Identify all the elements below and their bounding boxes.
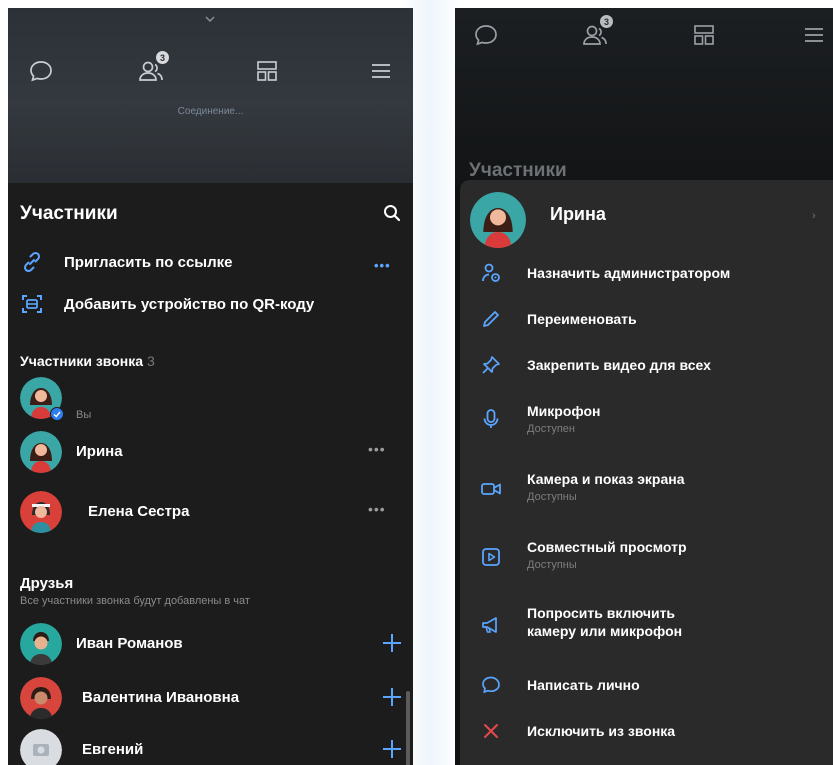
chat-icon[interactable] [26, 56, 56, 86]
menu-item-label: Исключить из звонка [527, 723, 676, 739]
participants-screen: 3 Соединение... Участники Пригласить по … [8, 8, 413, 765]
chevron-right-icon[interactable]: › [812, 210, 816, 222]
add-device-qr-button[interactable]: Добавить устройство по QR-коду [20, 291, 314, 317]
participant-name: Ирина [550, 204, 606, 224]
call-participants-count: 3 [147, 353, 155, 369]
avatar [20, 491, 62, 533]
call-member-row[interactable]: Ирина ••• [20, 431, 400, 475]
friends-title: Друзья [20, 575, 74, 592]
menu-item-label-line2: камеру или микрофон [527, 623, 683, 639]
friends-subtitle: Все участники звонка будут добавлены в ч… [20, 595, 250, 607]
microphone-icon [483, 409, 499, 428]
video-area: 3 Участники [455, 8, 833, 186]
layout-icon[interactable] [689, 20, 719, 50]
avatar [20, 677, 62, 719]
friend-name: Евгений [82, 741, 144, 758]
menu-item-watch-together[interactable]: Совместный просмотр Доступны [470, 534, 825, 578]
search-icon[interactable] [382, 203, 402, 223]
avatar [20, 431, 62, 473]
pencil-icon [483, 311, 499, 327]
scrollbar[interactable] [406, 691, 410, 765]
menu-item-label: Написать лично [527, 677, 640, 693]
add-friend-plus-icon[interactable] [380, 685, 404, 709]
menu-item-label: Переименовать [527, 311, 637, 327]
menu-item-status: Доступны [527, 559, 577, 571]
sheet-title: Участники [20, 203, 118, 224]
participant-menu-screen: 3 Участники Ирина › Назначить администра… [455, 8, 833, 765]
friend-name: Валентина Ивановна [82, 689, 240, 706]
participants-sheet: Участники Пригласить по ссылке ••• Добав… [8, 183, 413, 765]
link-icon [23, 251, 41, 273]
menu-item-rename[interactable]: Переименовать [470, 306, 825, 332]
add-friend-plus-icon[interactable] [380, 737, 404, 761]
sheet-title: Участники [469, 160, 567, 181]
menu-item-label: Микрофон [527, 403, 601, 419]
menu-item-status: Доступен [527, 423, 576, 435]
friend-name: Иван Романов [76, 635, 183, 652]
friend-row[interactable]: Иван Романов [20, 623, 401, 667]
self-label: Вы [76, 409, 92, 421]
camera-icon [481, 483, 501, 495]
member-name: Елена Сестра [88, 503, 190, 520]
admin-icon [482, 263, 500, 282]
call-participants-title: Участники звонка 3 [20, 353, 155, 369]
participants-count-badge: 3 [600, 15, 613, 28]
menu-item-label: Совместный просмотр [527, 539, 687, 555]
menu-icon[interactable] [366, 56, 396, 86]
menu-icon[interactable] [799, 20, 829, 50]
watch-together-icon [482, 548, 500, 566]
friend-row[interactable]: Валентина Ивановна [20, 677, 401, 721]
menu-item-label: Попросить включить [527, 605, 676, 621]
menu-item-pin-video[interactable]: Закрепить видео для всех [470, 352, 825, 378]
menu-item-request-camera-mic[interactable]: Попросить включить камеру или микрофон [470, 602, 825, 646]
member-more-button[interactable]: ••• [368, 501, 386, 517]
collapse-handle-icon[interactable] [205, 16, 215, 22]
participant-context-menu: Ирина › Назначить администратором Переим… [460, 180, 833, 765]
menu-item-remove-from-call[interactable]: Исключить из звонка [470, 718, 825, 744]
pin-icon [482, 356, 500, 374]
invite-link-label: Пригласить по ссылке [64, 253, 233, 271]
invite-link-button[interactable]: Пригласить по ссылке [20, 249, 232, 275]
qr-scan-icon [22, 295, 42, 313]
menu-item-write-privately[interactable]: Написать лично [470, 672, 825, 698]
friend-row[interactable]: Евгений [20, 729, 401, 765]
member-more-button[interactable]: ••• [368, 441, 386, 457]
message-icon [482, 676, 500, 694]
menu-item-camera-screen[interactable]: Камера и показ экрана Доступны [470, 466, 825, 510]
avatar [20, 623, 62, 665]
menu-item-microphone[interactable]: Микрофон Доступен [470, 398, 825, 442]
connection-status: Соединение... [177, 106, 244, 117]
avatar [20, 729, 62, 765]
call-member-row[interactable]: Елена Сестра ••• [20, 491, 400, 535]
menu-item-status: Доступны [527, 491, 577, 503]
layout-icon[interactable] [252, 56, 282, 86]
camera-switch-icon [50, 407, 64, 421]
member-name: Ирина [76, 443, 123, 460]
add-device-qr-label: Добавить устройство по QR-коду [64, 295, 315, 313]
participants-count-badge: 3 [156, 51, 169, 64]
invite-more-button[interactable]: ••• [374, 258, 391, 273]
avatar [470, 192, 526, 248]
menu-item-label: Закрепить видео для всех [527, 357, 711, 373]
menu-item-make-admin[interactable]: Назначить администратором [470, 260, 825, 286]
video-area: 3 Соединение... [8, 8, 413, 183]
add-friend-plus-icon[interactable] [380, 631, 404, 655]
chat-icon[interactable] [471, 20, 501, 50]
menu-item-label: Камера и показ экрана [527, 471, 685, 487]
menu-item-label: Назначить администратором [527, 265, 731, 281]
megaphone-icon [482, 617, 497, 633]
remove-icon [484, 724, 498, 738]
